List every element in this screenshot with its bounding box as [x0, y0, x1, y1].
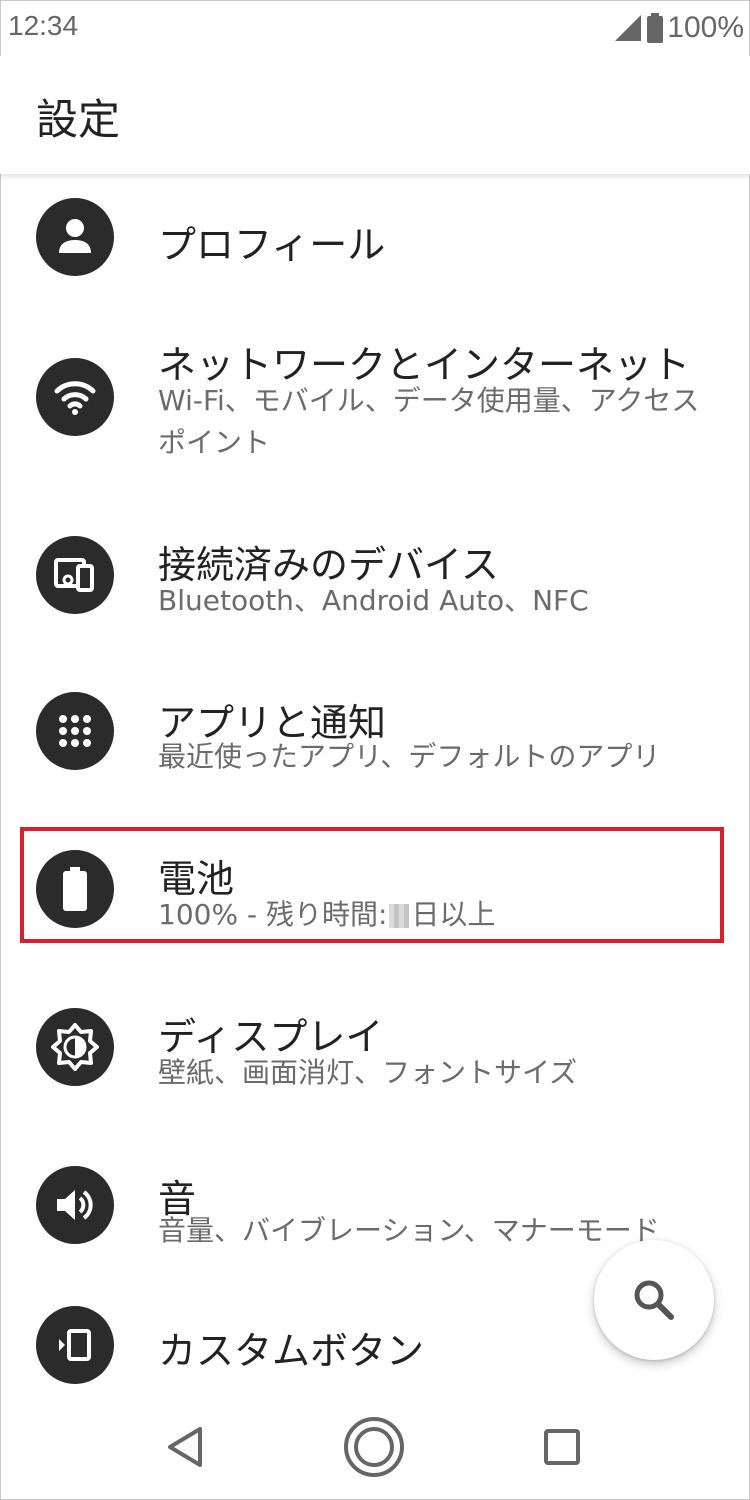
settings-item-subtitle: 最近使ったアプリ、デフォルトのアプリ: [158, 740, 661, 773]
brightness-icon: [36, 1008, 114, 1086]
settings-item-subtitle: 壁紙、画面消灯、フォントサイズ: [158, 1056, 578, 1089]
settings-item-profile[interactable]: プロフィール: [0, 176, 750, 300]
home-icon: [344, 1417, 404, 1477]
battery-status-icon: [647, 13, 664, 43]
custom-button-icon: [36, 1306, 114, 1384]
status-bar: 12:34 100%: [0, 0, 750, 56]
recents-button[interactable]: [526, 1411, 598, 1483]
page-title: 設定: [36, 95, 121, 144]
account-icon: [36, 198, 114, 276]
settings-item-network[interactable]: ネットワークとインターネット Wi-Fi、モバイル、データ使用量、アクセスポイン…: [0, 320, 750, 490]
app-bar: 設定: [0, 56, 750, 174]
settings-item-apps[interactable]: アプリと通知 最近使ったアプリ、デフォルトのアプリ: [0, 676, 750, 794]
back-button[interactable]: [150, 1411, 222, 1483]
battery-percent: 100%: [667, 11, 744, 44]
navigation-bar: [0, 1395, 750, 1500]
devices-icon: [36, 536, 114, 614]
settings-item-display[interactable]: ディスプレイ 壁紙、画面消灯、フォントサイズ: [0, 990, 750, 1108]
search-icon: [634, 1280, 674, 1320]
highlight-box: [20, 827, 724, 943]
settings-item-connected-devices[interactable]: 接続済みのデバイス Bluetooth、Android Auto、NFC: [0, 518, 750, 636]
settings-item-subtitle: Bluetooth、Android Auto、NFC: [158, 584, 589, 617]
settings-item-title: プロフィール: [158, 223, 386, 267]
back-icon: [168, 1427, 202, 1467]
recents-icon: [544, 1429, 580, 1465]
settings-item-title: カスタムボタン: [158, 1329, 425, 1373]
signal-icon: [615, 15, 642, 41]
apps-grid-icon: [36, 692, 114, 770]
search-button[interactable]: [594, 1240, 714, 1360]
volume-icon: [36, 1166, 114, 1244]
status-time: 12:34: [8, 10, 79, 41]
settings-item-subtitle: Wi-Fi、モバイル、データ使用量、アクセスポイント: [158, 384, 700, 459]
home-button[interactable]: [338, 1411, 410, 1483]
status-indicators: 100%: [613, 8, 744, 48]
wifi-icon: [36, 358, 114, 436]
